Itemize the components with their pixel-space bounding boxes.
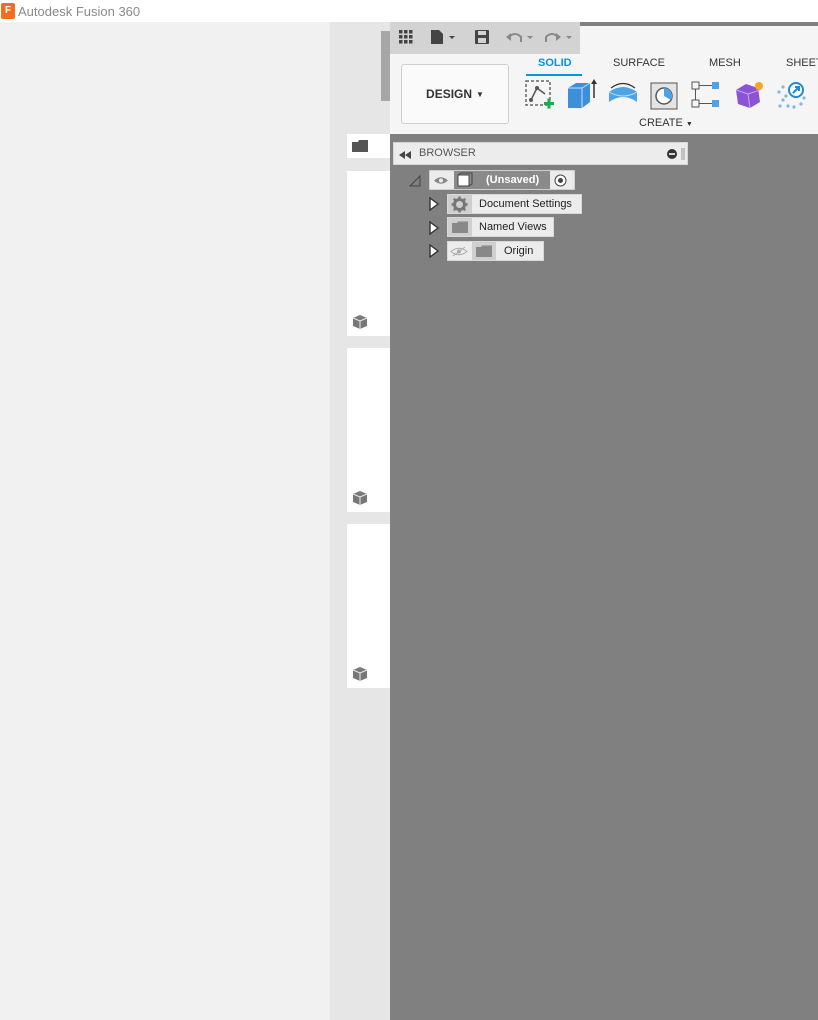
form-icon[interactable] — [732, 78, 766, 112]
tab-mesh[interactable]: MESH — [709, 57, 741, 69]
node-icon-box — [472, 242, 496, 260]
design-box-icon — [352, 315, 368, 329]
extrude-icon[interactable] — [564, 78, 598, 112]
workspace-label: DESIGN — [426, 87, 473, 101]
design-box-icon — [352, 667, 368, 681]
node-label: Origin — [504, 245, 534, 257]
title-bar: F Autodesk Fusion 360 — [0, 0, 818, 22]
hole-icon[interactable] — [648, 78, 682, 112]
create-group-dropdown[interactable]: CREATE ▼ — [639, 117, 693, 129]
browser-root-node[interactable]: (Unsaved) — [429, 170, 575, 190]
expand-triangle-icon[interactable] — [428, 197, 440, 211]
dropdown-caret-icon: ▼ — [685, 121, 693, 128]
browser-node-document-settings[interactable]: Document Settings — [447, 194, 582, 214]
quick-access-toolbar — [390, 22, 580, 54]
minimize-panel-icon[interactable] — [667, 149, 677, 159]
data-panel-design-item[interactable] — [347, 348, 390, 512]
panel-divider — [381, 31, 390, 101]
node-icon-box — [448, 195, 472, 213]
activate-radio-icon[interactable] — [554, 174, 567, 187]
node-label: Document Settings — [479, 198, 572, 210]
window-title: Autodesk Fusion 360 — [18, 4, 141, 19]
data-panel — [330, 22, 390, 1020]
expand-triangle-icon[interactable] — [428, 221, 440, 235]
browser-node-origin[interactable]: Origin — [447, 241, 544, 261]
save-icon[interactable] — [474, 29, 490, 45]
active-tab-indicator — [526, 74, 582, 76]
revolve-icon[interactable] — [606, 78, 640, 112]
browser-header: BROWSER — [393, 142, 688, 165]
derive-icon[interactable] — [774, 78, 808, 112]
tab-sheet[interactable]: SHEET — [786, 57, 818, 69]
data-panel-folder-item[interactable] — [347, 134, 390, 158]
root-node-highlight: (Unsaved) — [454, 171, 550, 189]
create-sketch-icon[interactable] — [523, 78, 557, 112]
component-icon — [457, 172, 473, 187]
folder-icon — [476, 245, 492, 257]
fusion-app-icon: F — [1, 3, 15, 19]
expand-triangle-icon[interactable] — [428, 244, 440, 258]
create-group-label: CREATE — [639, 117, 683, 129]
file-menu-icon[interactable] — [430, 29, 456, 45]
folder-icon — [452, 221, 468, 233]
design-box-icon — [352, 491, 368, 505]
tab-solid[interactable]: SOLID — [538, 57, 572, 69]
collapse-panel-icon[interactable] — [399, 151, 411, 159]
toolbar-extension — [580, 26, 818, 54]
dropdown-caret-icon: ▼ — [476, 89, 484, 99]
eye-hidden-icon[interactable] — [450, 246, 468, 257]
root-node-label: (Unsaved) — [486, 174, 540, 186]
data-panel-design-item[interactable] — [347, 171, 390, 336]
browser-node-named-views[interactable]: Named Views — [447, 217, 554, 237]
data-panel-design-item[interactable] — [347, 524, 390, 688]
eye-visibility-icon[interactable] — [433, 175, 449, 186]
tab-surface[interactable]: SURFACE — [613, 57, 665, 69]
undo-icon[interactable] — [505, 29, 535, 45]
workspace-switcher-button[interactable]: DESIGN ▼ — [401, 64, 509, 124]
panel-grip-icon[interactable] — [681, 148, 685, 160]
browser-title: BROWSER — [419, 147, 476, 159]
pattern-icon[interactable] — [690, 78, 724, 112]
node-icon-box — [448, 218, 472, 236]
redo-icon[interactable] — [544, 29, 574, 45]
collapse-triangle-icon[interactable] — [409, 174, 421, 188]
blank-area — [0, 22, 330, 1020]
node-label: Named Views — [479, 221, 547, 233]
folder-icon — [352, 140, 368, 152]
gear-icon — [451, 196, 468, 213]
grid-menu-icon[interactable] — [399, 30, 413, 44]
